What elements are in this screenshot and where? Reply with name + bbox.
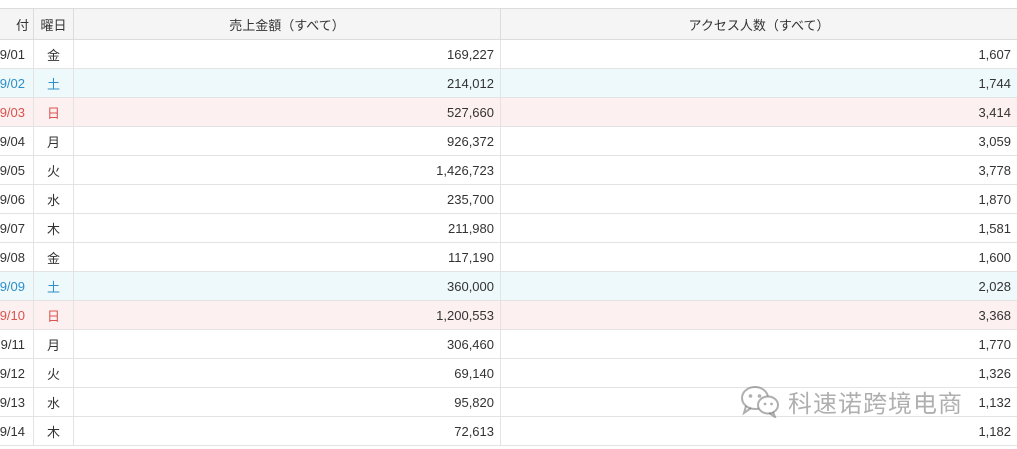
cell-day: 水 [33,184,74,214]
data-table-container: 付 曜日 売上金額（すべて） アクセス人数（すべて） 9/01 金 169,227 1… [0,8,1017,446]
table-row[interactable]: 9/07 木 211,980 1,581 [0,213,1017,243]
cell-access: 1,744 [500,68,1017,98]
cell-date: 9/09 [0,271,34,301]
table-row[interactable]: 9/08 金 117,190 1,600 [0,242,1017,272]
cell-sales: 235,700 [73,184,501,214]
cell-access: 1,581 [500,213,1017,243]
cell-day: 木 [33,416,74,446]
cell-day: 火 [33,358,74,388]
cell-access: 1,326 [500,358,1017,388]
cell-access: 3,414 [500,97,1017,127]
cell-sales: 306,460 [73,329,501,359]
cell-sales: 360,000 [73,271,501,301]
table-body: 9/01 金 169,227 1,607 9/02 土 214,012 1,744 9/03 日 5… [0,39,1017,446]
cell-access: 3,368 [500,300,1017,330]
cell-access: 1,607 [500,39,1017,69]
cell-date: 9/01 [0,39,34,69]
cell-date: 9/08 [0,242,34,272]
cell-sales: 169,227 [73,39,501,69]
cell-day: 金 [33,39,74,69]
cell-sales: 72,613 [73,416,501,446]
cell-sales: 1,200,553 [73,300,501,330]
table-row[interactable]: 9/01 金 169,227 1,607 [0,39,1017,69]
cell-day: 月 [33,126,74,156]
cell-day: 火 [33,155,74,185]
cell-date: 9/07 [0,213,34,243]
cell-access: 2,028 [500,271,1017,301]
cell-day: 月 [33,329,74,359]
cell-access: 1,870 [500,184,1017,214]
header-date[interactable]: 付 [0,8,34,40]
header-sales[interactable]: 売上金額（すべて） [73,8,501,40]
table-row[interactable]: 9/14 木 72,613 1,182 [0,416,1017,446]
cell-sales: 117,190 [73,242,501,272]
table-row[interactable]: 9/05 火 1,426,723 3,778 [0,155,1017,185]
cell-day: 水 [33,387,74,417]
cell-day: 金 [33,242,74,272]
cell-day: 日 [33,97,74,127]
table-row[interactable]: 9/11 月 306,460 1,770 [0,329,1017,359]
table-row[interactable]: 9/06 水 235,700 1,870 [0,184,1017,214]
table-row[interactable]: 9/12 火 69,140 1,326 [0,358,1017,388]
table-row[interactable]: 9/04 月 926,372 3,059 [0,126,1017,156]
cell-date: 9/05 [0,155,34,185]
cell-sales: 211,980 [73,213,501,243]
header-access[interactable]: アクセス人数（すべて） [500,8,1017,40]
sales-access-table: 付 曜日 売上金額（すべて） アクセス人数（すべて） 9/01 金 169,227 1… [0,8,1017,446]
cell-access: 3,059 [500,126,1017,156]
cell-access: 1,770 [500,329,1017,359]
cell-sales: 527,660 [73,97,501,127]
cell-day: 木 [33,213,74,243]
cell-day: 土 [33,68,74,98]
header-day[interactable]: 曜日 [33,8,74,40]
table-header-row: 付 曜日 売上金額（すべて） アクセス人数（すべて） [0,8,1017,40]
table-row[interactable]: 9/03 日 527,660 3,414 [0,97,1017,127]
cell-day: 土 [33,271,74,301]
table-row[interactable]: 9/09 土 360,000 2,028 [0,271,1017,301]
cell-sales: 214,012 [73,68,501,98]
cell-date: 9/04 [0,126,34,156]
cell-day: 日 [33,300,74,330]
cell-sales: 926,372 [73,126,501,156]
table-row[interactable]: 9/10 日 1,200,553 3,368 [0,300,1017,330]
cell-sales: 69,140 [73,358,501,388]
cell-date: 9/11 [0,329,34,359]
cell-access: 3,778 [500,155,1017,185]
cell-sales: 1,426,723 [73,155,501,185]
cell-date: 9/03 [0,97,34,127]
cell-date: 9/14 [0,416,34,446]
cell-date: 9/13 [0,387,34,417]
cell-date: 9/12 [0,358,34,388]
cell-date: 9/02 [0,68,34,98]
cell-access: 1,182 [500,416,1017,446]
cell-sales: 95,820 [73,387,501,417]
cell-date: 9/10 [0,300,34,330]
cell-access: 1,600 [500,242,1017,272]
cell-access: 1,132 [500,387,1017,417]
table-row[interactable]: 9/02 土 214,012 1,744 [0,68,1017,98]
table-row[interactable]: 9/13 水 95,820 1,132 [0,387,1017,417]
cell-date: 9/06 [0,184,34,214]
